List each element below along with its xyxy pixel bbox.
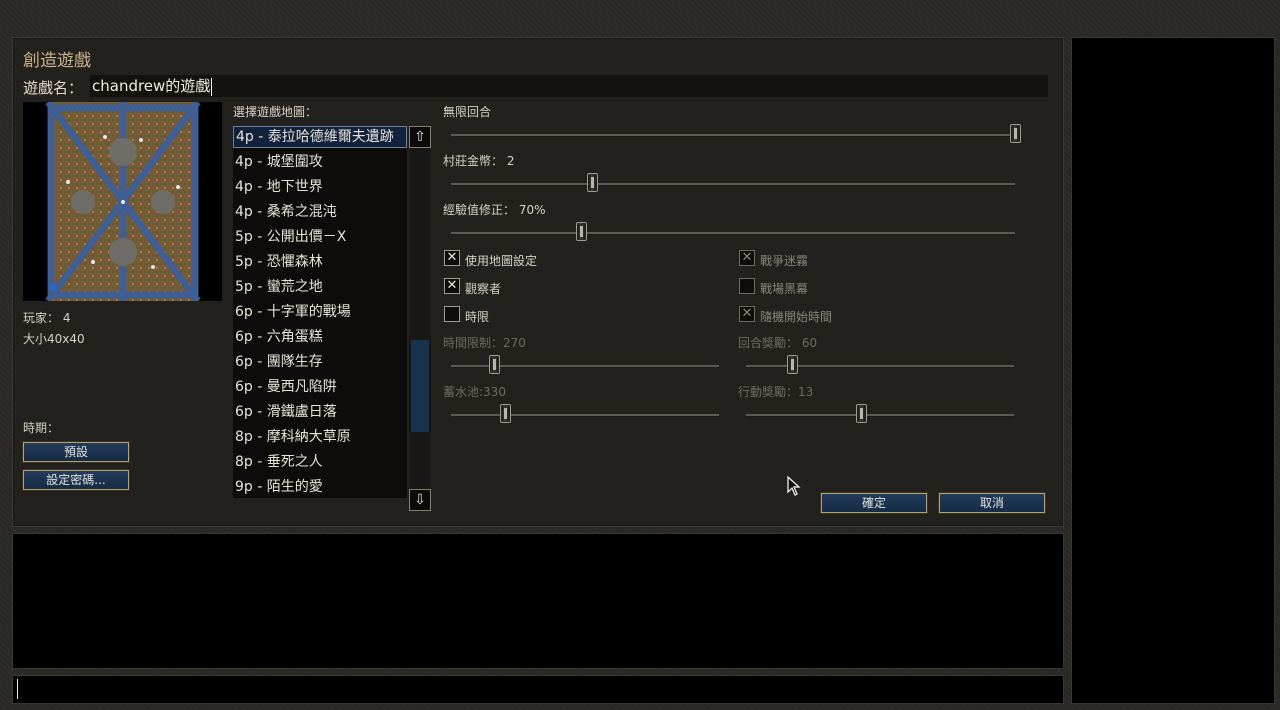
map-list-item[interactable]: 5p - 公開出價－X [233, 226, 407, 251]
scroll-down-button[interactable]: ⇩ [409, 489, 431, 511]
xp-modifier-label: 經驗值修正： 70% [443, 203, 546, 217]
time-limit-value-label: 時間限制：270 [443, 336, 526, 350]
preset-button[interactable]: 預設 [23, 442, 129, 462]
map-list-label: 選擇遊戲地圖： [233, 105, 318, 119]
scroll-up-button[interactable]: ⇧ [409, 126, 431, 148]
map-list-item[interactable]: 6p - 滑鐵盧日落 [233, 401, 407, 426]
turns-slider-track[interactable] [451, 134, 1015, 137]
map-list[interactable]: 4p - 泰拉哈德維爾夫遺跡 4p - 城堡圍攻 4p - 地下世界 4p - … [233, 126, 407, 498]
village-gold-slider-track[interactable] [451, 183, 1015, 186]
reservoir-label: 蓄水池:330 [443, 385, 506, 399]
set-password-button[interactable]: 設定密碼... [23, 470, 129, 490]
map-preview [23, 102, 222, 301]
cancel-button[interactable]: 取消 [939, 493, 1045, 513]
turns-slider-thumb[interactable] [1010, 124, 1021, 143]
chat-log [12, 533, 1064, 669]
mouse-pointer-icon [787, 476, 801, 496]
create-game-dialog: 創造遊戲 遊戲名： chandrew的遊戲 玩家： 4 大小40x40 時期： … [12, 37, 1064, 527]
random-start-time-label: 隨機開始時間 [760, 310, 833, 324]
turns-label: 無限回合 [443, 105, 492, 119]
arrow-down-icon: ⇩ [414, 492, 426, 508]
action-bonus-slider-thumb[interactable] [856, 404, 868, 423]
text-caret [17, 679, 18, 699]
time-limit-checkbox[interactable] [444, 306, 460, 322]
random-start-time-checkbox[interactable]: ✕ [739, 306, 755, 322]
map-list-item[interactable]: 4p - 泰拉哈德維爾夫遺跡 [233, 126, 407, 148]
shroud-label: 戰場黑幕 [760, 282, 809, 296]
text-caret [211, 77, 213, 96]
reservoir-slider-track[interactable] [451, 414, 719, 417]
map-list-item[interactable]: 6p - 十字軍的戰場 [233, 301, 407, 326]
shroud-checkbox[interactable] [739, 278, 755, 294]
map-list-item[interactable]: 5p - 蠻荒之地 [233, 276, 407, 301]
players-count: 玩家： 4 [23, 311, 71, 325]
arrow-up-icon: ⇧ [414, 129, 426, 145]
map-list-item[interactable]: 5p - 恐懼森林 [233, 251, 407, 276]
village-gold-slider-thumb[interactable] [587, 173, 598, 192]
map-list-scroll-thumb[interactable] [411, 340, 429, 432]
game-name-label: 遊戲名： [23, 79, 84, 97]
ok-button[interactable]: 確定 [821, 493, 927, 513]
map-list-item[interactable]: 6p - 曼西凡陷阱 [233, 376, 407, 401]
map-list-item[interactable]: 4p - 地下世界 [233, 176, 407, 201]
map-list-item[interactable]: 4p - 桑希之混沌 [233, 201, 407, 226]
map-list-scrollbar[interactable] [409, 126, 431, 498]
turn-bonus-label: 回合獎勵： 60 [738, 336, 818, 350]
player-list-panel [1071, 37, 1275, 704]
reservoir-slider-thumb[interactable] [499, 404, 511, 423]
observers-checkbox[interactable]: ✕ [444, 278, 460, 294]
fog-of-war-checkbox[interactable]: ✕ [739, 250, 755, 266]
xp-modifier-slider-thumb[interactable] [575, 222, 587, 241]
game-name-input[interactable]: chandrew的遊戲 [90, 75, 1048, 97]
turn-bonus-slider-thumb[interactable] [786, 355, 798, 374]
game-name-value: chandrew的遊戲 [92, 77, 211, 95]
fog-of-war-label: 戰爭迷霧 [760, 254, 809, 268]
village-gold-label: 村莊金幣： 2 [443, 154, 515, 168]
observers-label: 觀察者 [465, 282, 502, 296]
action-bonus-slider-track[interactable] [746, 414, 1014, 417]
use-map-settings-checkbox[interactable]: ✕ [444, 250, 460, 266]
map-list-item[interactable]: 8p - 垂死之人 [233, 451, 407, 476]
time-limit-slider-thumb[interactable] [488, 355, 500, 374]
chat-input[interactable] [12, 675, 1064, 704]
map-list-item[interactable]: 4p - 城堡圍攻 [233, 151, 407, 176]
map-list-item[interactable]: 6p - 團隊生存 [233, 351, 407, 376]
map-size: 大小40x40 [23, 332, 85, 346]
dialog-title: 創造遊戲 [23, 51, 91, 71]
map-list-item[interactable]: 9p - 陌生的愛 [233, 476, 407, 501]
use-map-settings-label: 使用地圖設定 [465, 254, 538, 268]
time-limit-label: 時限 [465, 310, 490, 324]
era-label: 時期： [23, 421, 60, 435]
map-list-item[interactable]: 8p - 摩科納大草原 [233, 426, 407, 451]
xp-modifier-slider-track[interactable] [451, 232, 1015, 235]
map-list-item[interactable]: 6p - 六角蛋糕 [233, 326, 407, 351]
action-bonus-label: 行動獎勵：13 [738, 385, 814, 399]
